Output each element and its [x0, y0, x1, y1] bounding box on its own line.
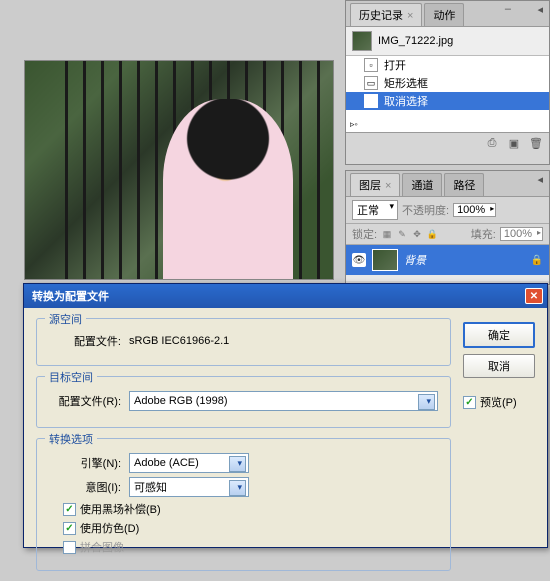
ok-button[interactable]: 确定	[463, 322, 535, 348]
lock-all-icon[interactable]: 🔒	[426, 228, 438, 240]
source-space-fieldset: 源空间 配置文件: sRGB IEC61966-2.1	[36, 318, 451, 366]
dest-profile-label: 配置文件(R):	[49, 393, 121, 409]
lock-move-icon[interactable]: ✥	[411, 228, 423, 240]
history-item-open[interactable]: ▫ 打开	[346, 56, 549, 74]
snapshot-icon[interactable]: ⎙	[485, 137, 499, 151]
layers-panel: ◂ 图层× 通道 路径 正常 不透明度: 100% 锁定: ▦ ✎ ✥ 🔒 填充…	[345, 170, 550, 285]
opacity-label: 不透明度:	[402, 202, 449, 218]
panel-menu-icon[interactable]: ◂	[537, 173, 543, 186]
blend-mode-select[interactable]: 正常	[352, 200, 398, 220]
source-legend: 源空间	[45, 311, 86, 327]
minimize-icon[interactable]: –	[505, 3, 511, 15]
tab-actions[interactable]: 动作	[424, 3, 464, 26]
trash-icon[interactable]: 🗑	[529, 137, 543, 151]
document-canvas[interactable]	[24, 60, 334, 280]
preview-checkbox[interactable]: ✓预览(P)	[463, 394, 535, 410]
dest-legend: 目标空间	[45, 369, 97, 385]
history-item-marquee[interactable]: ▭ 矩形选框	[346, 74, 549, 92]
engine-select[interactable]: Adobe (ACE)▾	[129, 453, 249, 473]
lock-brush-icon[interactable]: ✎	[396, 228, 408, 240]
panel-menu-icon[interactable]: ◂	[537, 3, 543, 16]
tab-channels[interactable]: 通道	[402, 173, 442, 196]
document-name: IMG_71222.jpg	[378, 35, 453, 47]
cancel-button[interactable]: 取消	[463, 354, 535, 378]
engine-label: 引擎(N):	[49, 455, 121, 471]
convert-profile-dialog: 转换为配置文件 ✕ 源空间 配置文件: sRGB IEC61966-2.1 目标…	[23, 283, 548, 548]
intent-select[interactable]: 可感知▾	[129, 477, 249, 497]
history-item-deselect[interactable]: ▫ 取消选择	[346, 92, 549, 110]
intent-label: 意图(I):	[49, 479, 121, 495]
source-profile-value: sRGB IEC61966-2.1	[129, 335, 229, 347]
dither-checkbox[interactable]: ✓使用仿色(D)	[63, 520, 438, 536]
new-state-icon[interactable]: ▣	[507, 137, 521, 151]
lock-label: 锁定:	[352, 226, 377, 242]
flatten-checkbox[interactable]: 拼合图像	[63, 539, 438, 555]
tab-history[interactable]: 历史记录×	[350, 3, 422, 26]
marquee-icon: ▭	[364, 76, 378, 90]
layer-name: 背景	[404, 252, 525, 268]
deselect-icon: ▫	[364, 94, 378, 108]
blackpoint-checkbox[interactable]: ✓使用黑场补偿(B)	[63, 501, 438, 517]
lock-indicator-icon: 🔒	[531, 255, 543, 266]
profile-label: 配置文件:	[49, 333, 121, 349]
dest-profile-select[interactable]: Adobe RGB (1998)▾	[129, 391, 438, 411]
lock-pixels-icon[interactable]: ▦	[381, 228, 393, 240]
layer-background[interactable]: 👁 背景 🔒	[346, 245, 549, 275]
visibility-icon[interactable]: 👁	[352, 253, 366, 267]
dialog-title: 转换为配置文件	[28, 288, 525, 304]
dest-space-fieldset: 目标空间 配置文件(R): Adobe RGB (1998)▾	[36, 376, 451, 428]
tab-paths[interactable]: 路径	[444, 173, 484, 196]
fill-value[interactable]: 100%	[500, 227, 543, 241]
layer-thumb-icon	[372, 249, 398, 271]
fill-label: 填充:	[471, 226, 496, 242]
document-thumb-icon	[352, 31, 372, 51]
history-panel: – ◂ 历史记录× 动作 IMG_71222.jpg ▫ 打开 ▭ 矩形选框 ▫…	[345, 0, 550, 165]
options-legend: 转换选项	[45, 431, 97, 447]
open-icon: ▫	[364, 58, 378, 72]
tab-layers[interactable]: 图层×	[350, 173, 400, 196]
dialog-titlebar[interactable]: 转换为配置文件 ✕	[24, 284, 547, 308]
close-button[interactable]: ✕	[525, 288, 543, 304]
options-fieldset: 转换选项 引擎(N): Adobe (ACE)▾ 意图(I): 可感知▾ ✓使用…	[36, 438, 451, 571]
play-marker-icon: ▹◦	[350, 119, 358, 130]
history-document[interactable]: IMG_71222.jpg	[346, 27, 549, 56]
opacity-value[interactable]: 100%	[453, 203, 496, 217]
